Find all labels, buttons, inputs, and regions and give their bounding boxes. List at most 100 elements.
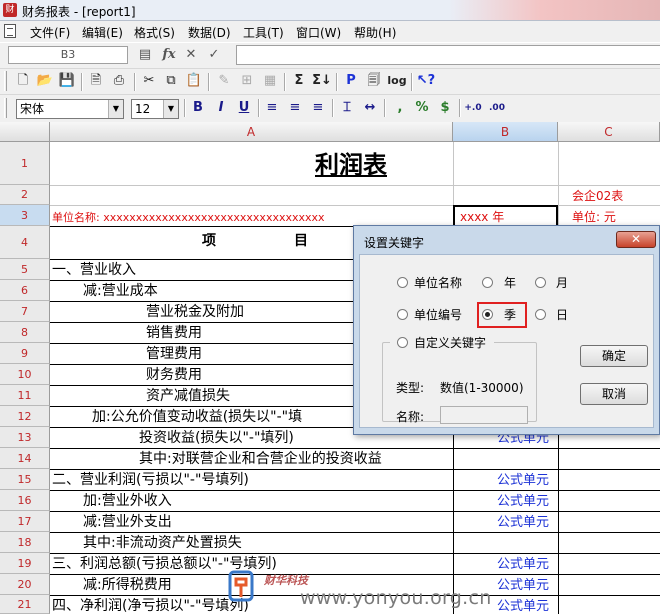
italic-button[interactable]: I: [211, 98, 231, 118]
toolbar-grip[interactable]: [4, 71, 7, 91]
confirm-formula-icon[interactable]: ✓: [205, 46, 223, 64]
percent-style-button[interactable]: %: [412, 98, 432, 118]
radio-unit-name-label[interactable]: 单位名称: [414, 274, 462, 291]
row-item[interactable]: 减:营业成本: [83, 282, 158, 300]
copy-icon[interactable]: ⧉: [161, 71, 181, 91]
sum-icon[interactable]: Σ: [289, 71, 309, 91]
row-header[interactable]: 9: [0, 343, 50, 364]
chart-icon[interactable]: ▦: [260, 71, 280, 91]
menu-window[interactable]: 窗口(W): [296, 24, 341, 41]
formula-input[interactable]: [236, 45, 660, 65]
sum-sign-icon[interactable]: Σ↓: [312, 71, 332, 91]
row-item[interactable]: 投资收益(损失以"-"填列): [139, 429, 294, 447]
formula-cell[interactable]: 公式单元: [497, 598, 549, 614]
row-header[interactable]: 20: [0, 574, 50, 595]
new-icon[interactable]: 🗋: [13, 71, 33, 91]
chevron-down-icon[interactable]: ▼: [163, 100, 178, 118]
vertical-align-icon[interactable]: ⌶: [337, 98, 357, 118]
radio-unit-code-label[interactable]: 单位编号: [414, 306, 462, 323]
row-item[interactable]: 营业税金及附加: [146, 303, 244, 321]
row-item[interactable]: 其中:非流动资产处置损失: [83, 534, 242, 552]
row-header[interactable]: 2: [0, 185, 50, 205]
row-header[interactable]: 10: [0, 364, 50, 385]
paste-icon[interactable]: 📋: [184, 71, 204, 91]
radio-unit-name[interactable]: [397, 277, 408, 288]
p-icon[interactable]: P: [341, 71, 361, 91]
row-item[interactable]: 一、营业收入: [52, 261, 136, 279]
format-painter-icon[interactable]: ✎: [214, 71, 234, 91]
row-header[interactable]: 14: [0, 448, 50, 469]
function-list-icon[interactable]: ▤: [136, 46, 154, 64]
formula-cell[interactable]: 公式单元: [497, 577, 549, 595]
column-header-a[interactable]: A: [50, 122, 453, 142]
column-header-b[interactable]: B: [453, 122, 558, 142]
row-item[interactable]: 财务费用: [146, 366, 202, 384]
close-button[interactable]: ✕: [616, 231, 656, 248]
help-icon[interactable]: ↖?: [416, 71, 436, 91]
radio-unit-code[interactable]: [397, 309, 408, 320]
unit-label[interactable]: 单位: 元: [572, 208, 616, 226]
formula-cell[interactable]: 公式单元: [497, 514, 549, 532]
toolbar-grip[interactable]: [4, 98, 7, 118]
radio-custom[interactable]: [397, 337, 408, 348]
row-header[interactable]: 17: [0, 511, 50, 532]
decrease-decimal-icon[interactable]: .00: [487, 98, 507, 118]
row-header[interactable]: 7: [0, 301, 50, 322]
cancel-formula-icon[interactable]: ✕: [182, 46, 200, 64]
menu-edit[interactable]: 编辑(E): [82, 24, 123, 41]
radio-year[interactable]: [482, 277, 493, 288]
row-header[interactable]: 13: [0, 427, 50, 448]
menu-data[interactable]: 数据(D): [188, 24, 231, 41]
save-icon[interactable]: 💾: [57, 71, 77, 91]
radio-month[interactable]: [535, 277, 546, 288]
row-header[interactable]: 1: [0, 142, 50, 185]
increase-decimal-icon[interactable]: +.0: [463, 98, 483, 118]
menu-help[interactable]: 帮助(H): [354, 24, 396, 41]
row-item[interactable]: 其中:对联营企业和合营企业的投资收益: [139, 450, 382, 468]
page-setup-icon[interactable]: 🗐: [364, 71, 384, 91]
row-header[interactable]: 6: [0, 280, 50, 301]
row-header[interactable]: 8: [0, 322, 50, 343]
align-center-icon[interactable]: ≡: [285, 98, 305, 118]
currency-style-button[interactable]: $: [435, 98, 455, 118]
ok-button[interactable]: 确定: [580, 345, 648, 367]
menu-file[interactable]: 文件(F): [30, 24, 70, 41]
row-header[interactable]: 4: [0, 226, 50, 259]
row-item[interactable]: 二、营业利润(亏损以"-"号填列): [52, 471, 249, 489]
row-header[interactable]: 3: [0, 205, 50, 226]
row-header[interactable]: 12: [0, 406, 50, 427]
row-item[interactable]: 减:营业外支出: [83, 513, 172, 531]
cut-icon[interactable]: ✂: [139, 71, 159, 91]
row-header[interactable]: 16: [0, 490, 50, 511]
row-item[interactable]: 管理费用: [146, 345, 202, 363]
formula-cell[interactable]: 公式单元: [497, 493, 549, 511]
row-header[interactable]: 15: [0, 469, 50, 490]
item-header[interactable]: 项 目: [202, 232, 308, 250]
row-header[interactable]: 18: [0, 532, 50, 553]
radio-day-label[interactable]: 日: [556, 306, 568, 323]
menu-format[interactable]: 格式(S): [134, 24, 175, 41]
row-item[interactable]: 四、净利润(净亏损以"-"号填列): [52, 597, 249, 614]
select-all-corner[interactable]: [0, 122, 50, 142]
formula-cell[interactable]: 公式单元: [497, 556, 549, 574]
bold-button[interactable]: B: [188, 98, 208, 118]
cancel-button[interactable]: 取消: [580, 383, 648, 405]
radio-custom-label[interactable]: 自定义关键字: [414, 334, 486, 351]
name-input[interactable]: [440, 406, 528, 424]
row-item[interactable]: 加:营业外收入: [83, 492, 172, 510]
report-code[interactable]: 会企02表: [572, 187, 623, 205]
document-icon[interactable]: [4, 24, 16, 38]
menu-tools[interactable]: 工具(T): [243, 24, 284, 41]
align-right-icon[interactable]: ≡: [308, 98, 328, 118]
chevron-down-icon[interactable]: ▼: [108, 100, 123, 118]
unit-name-keyword[interactable]: 单位名称: xxxxxxxxxxxxxxxxxxxxxxxxxxxxxxxxxx: [52, 209, 325, 227]
row-item[interactable]: 销售费用: [146, 324, 202, 342]
row-item[interactable]: 加:公允价值变动收益(损失以"-"填: [92, 408, 302, 426]
column-header-c[interactable]: C: [558, 122, 660, 142]
row-item[interactable]: 资产减值损失: [146, 387, 230, 405]
cell-reference-box[interactable]: B3: [8, 46, 128, 64]
open-icon[interactable]: 📂: [35, 71, 55, 91]
horizontal-fit-icon[interactable]: ↔: [360, 98, 380, 118]
comma-style-button[interactable]: ,: [390, 98, 410, 118]
row-header[interactable]: 19: [0, 553, 50, 574]
